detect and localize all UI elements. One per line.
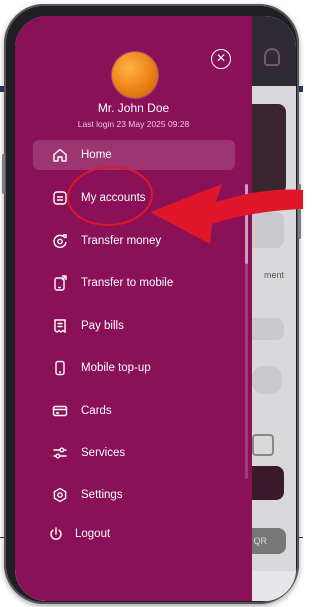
- power-icon: [47, 525, 65, 543]
- menu-item-settings[interactable]: Settings: [33, 480, 235, 510]
- menu-label: Transfer to mobile: [81, 277, 174, 289]
- menu-label: Cards: [81, 405, 112, 417]
- phone-frame: ment n QR ⦀ ◯ ‹ ✕ Mr. John Doe Last logi…: [2, 4, 301, 604]
- avatar[interactable]: [112, 52, 158, 98]
- menu-item-logout[interactable]: Logout: [33, 519, 235, 549]
- mobile-topup-icon: [51, 359, 69, 377]
- menu-item-mobile-top-up[interactable]: Mobile top-up: [33, 353, 235, 383]
- menu-label: Settings: [81, 489, 123, 501]
- app-tile: [252, 366, 282, 394]
- menu-label: Mobile top-up: [81, 362, 151, 374]
- transfer-mobile-icon: [51, 274, 69, 292]
- services-icon: [51, 444, 69, 462]
- close-icon[interactable]: ✕: [211, 49, 231, 69]
- navigation-drawer: ✕ Mr. John Doe Last login 23 May 2025 09…: [15, 16, 252, 601]
- card-icon: [51, 402, 69, 420]
- home-icon: [51, 146, 69, 164]
- bill-icon: [51, 317, 69, 335]
- menu-label: Home: [81, 149, 112, 161]
- menu-item-services[interactable]: Services: [33, 438, 235, 468]
- user-name: Mr. John Doe: [97, 101, 170, 115]
- menu-label: Pay bills: [81, 320, 124, 332]
- last-login: Last login 23 May 2025 09:28: [77, 119, 190, 129]
- app-text: ment: [263, 270, 284, 280]
- menu-item-pay-bills[interactable]: Pay bills: [33, 311, 235, 341]
- phone-screen: ment n QR ⦀ ◯ ‹ ✕ Mr. John Doe Last logi…: [15, 16, 296, 601]
- menu-label: Services: [81, 447, 126, 459]
- bell-icon: [264, 48, 280, 66]
- menu-label: Logout: [75, 528, 111, 540]
- transfer-money-icon: [51, 232, 69, 250]
- qr-icon: [252, 434, 274, 456]
- annotation-arrow: [150, 184, 303, 244]
- settings-icon: [51, 486, 69, 504]
- menu-item-cards[interactable]: Cards: [33, 396, 235, 426]
- menu-item-transfer-to-mobile[interactable]: Transfer to mobile: [33, 268, 235, 298]
- volume-button: [2, 154, 5, 194]
